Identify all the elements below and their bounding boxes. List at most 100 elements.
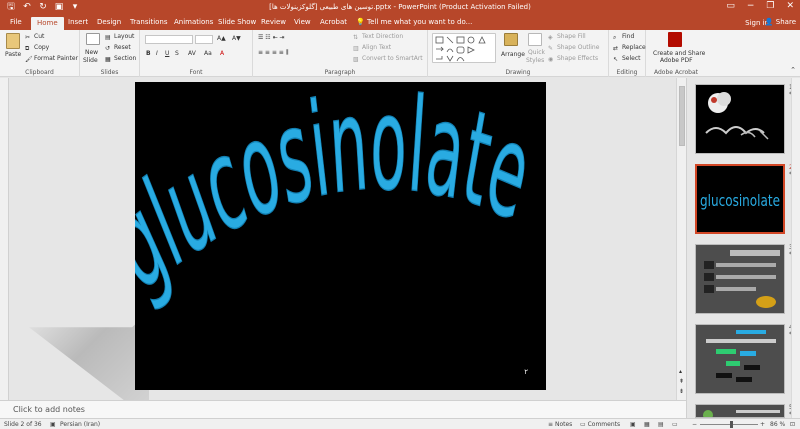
cut-button[interactable]: ✂ Cut (25, 33, 44, 41)
comments-label: Comments (587, 421, 621, 428)
font-color-icon[interactable]: A (220, 50, 224, 57)
copy-button[interactable]: ⧉ Copy (25, 44, 49, 52)
minimize-icon[interactable]: − (747, 1, 755, 11)
shapes-gallery[interactable] (432, 33, 496, 63)
tab-home[interactable]: Home (31, 17, 64, 30)
tab-file[interactable]: File (10, 18, 22, 26)
tell-me-search[interactable]: Tell me what you want to do... (367, 18, 472, 26)
find-button[interactable]: ⌕ Find (613, 33, 634, 41)
slide-thumbnail-1[interactable] (695, 84, 785, 154)
thumbnails-scrollbar[interactable] (791, 78, 800, 418)
grow-font-icon[interactable]: A▲ (217, 35, 226, 42)
underline-button[interactable]: U (165, 50, 169, 57)
align-text-label: Align Text (362, 44, 392, 51)
ribbon-tabs: File Home Insert Design Transitions Anim… (0, 16, 800, 30)
spell-check-icon[interactable]: ▣ (50, 421, 56, 428)
collapse-ribbon-icon[interactable]: ⌃ (790, 66, 796, 74)
section-button[interactable]: ▦ Section (105, 55, 136, 63)
status-bar: Slide 2 of 36 ▣ Persian (Iran) ≡ Notes ▭… (0, 418, 800, 429)
acrobat-group-label: Adobe Acrobat (653, 69, 699, 76)
align-text-button[interactable]: ▥ Align Text (353, 44, 391, 52)
select-button[interactable]: ↖ Select (613, 55, 641, 63)
replace-icon: ⇄ (613, 45, 619, 52)
align-icons[interactable]: ≡ ≡ ≡ ≡ ⫼ (258, 49, 289, 57)
convert-smartart-button[interactable]: ▧ Convert to SmartArt (353, 55, 423, 63)
strikethrough-button[interactable]: S (175, 50, 179, 57)
slideshow-view-icon[interactable]: ▭ (672, 421, 678, 428)
slide-title-wordart[interactable]: glucosinolate (135, 82, 544, 321)
next-slide-icon[interactable]: ⇟ (679, 388, 684, 395)
tab-view[interactable]: View (294, 18, 311, 26)
shape-outline-label: Shape Outline (557, 44, 600, 51)
share-button[interactable]: 👤 Share (765, 18, 796, 26)
font-size-input[interactable] (195, 35, 213, 44)
format-painter-button[interactable]: 🖌Format Painter (25, 55, 78, 63)
text-direction-button[interactable]: ⇅ Text Direction (353, 33, 403, 41)
prev-slide-icon[interactable]: ⇞ (679, 378, 684, 385)
reading-view-icon[interactable]: ▤ (658, 421, 664, 428)
tab-review[interactable]: Review (261, 18, 286, 26)
replace-button[interactable]: ⇄ Replace (613, 44, 646, 52)
arrange-button[interactable]: Arrange (501, 51, 525, 58)
layout-label: Layout (114, 33, 135, 40)
acrobat-group: Create and Share Adobe PDF Adobe Acrobat (646, 30, 706, 77)
new-slide-label2: Slide (83, 57, 98, 64)
tab-animations[interactable]: Animations (174, 18, 213, 26)
restore-icon[interactable]: ❐ (766, 1, 774, 11)
language-indicator[interactable]: Persian (Iran) (60, 421, 100, 428)
shrink-font-icon[interactable]: A▼ (232, 35, 241, 42)
tab-design[interactable]: Design (97, 18, 121, 26)
slide-vertical-scrollbar[interactable]: ▴ ⇞ ⇟ (676, 78, 686, 400)
zoom-out-icon[interactable]: − (692, 421, 697, 428)
zoom-in-icon[interactable]: + (760, 421, 765, 428)
shape-outline-button[interactable]: ✎ Shape Outline (548, 44, 599, 52)
slide-sorter-icon[interactable]: ▦ (644, 421, 650, 428)
arrange-icon[interactable] (504, 33, 518, 46)
notes-toggle[interactable]: ≡ Notes (548, 421, 572, 428)
slide-thumbnail-3[interactable] (695, 244, 785, 314)
notes-pane[interactable]: Click to add notes (0, 400, 686, 418)
tab-slideshow[interactable]: Slide Show (218, 18, 256, 26)
slide-thumbnail-2[interactable]: glucosinolate (695, 164, 785, 234)
close-icon[interactable]: ✕ (786, 1, 794, 11)
bold-button[interactable]: B (146, 50, 151, 57)
layout-button[interactable]: ▤ Layout (105, 33, 134, 41)
new-slide-icon[interactable] (86, 33, 100, 45)
quick-styles-button[interactable]: Quick (528, 49, 545, 56)
slide-thumbnail-5[interactable] (695, 404, 785, 418)
create-share-pdf-button[interactable]: Create and Share (653, 50, 705, 57)
shape-fill-button[interactable]: ◈ Shape Fill (548, 33, 586, 41)
paste-icon[interactable] (6, 33, 20, 49)
quick-styles-icon[interactable] (528, 33, 542, 46)
paste-button[interactable]: Paste (5, 51, 21, 58)
font-name-input[interactable] (145, 35, 193, 44)
fit-slide-icon[interactable]: ⊡ (790, 421, 795, 428)
scrollbar-thumb[interactable] (679, 86, 685, 146)
shapes-gallery-icons (435, 36, 486, 62)
reset-button[interactable]: ↺ Reset (105, 44, 131, 52)
bullets-icon[interactable]: ☰ ☷ ⇤ ⇥ (258, 34, 285, 41)
zoom-slider-knob[interactable] (730, 421, 733, 428)
scroll-up-icon[interactable]: ▴ (679, 368, 682, 375)
italic-button[interactable]: I (156, 50, 158, 57)
tab-acrobat[interactable]: Acrobat (320, 18, 347, 26)
font-group: A▲ A▼ B I U S AV Aa A Font (140, 30, 253, 77)
adobe-pdf-icon[interactable] (668, 32, 682, 47)
current-slide[interactable]: glucosinolate ۲ (135, 82, 546, 390)
tab-insert[interactable]: Insert (68, 18, 88, 26)
zoom-slider-track[interactable] (700, 424, 758, 425)
zoom-level[interactable]: 86 % (770, 421, 785, 428)
slide-title-text: glucosinolate (135, 82, 544, 321)
change-case-icon[interactable]: Aa (204, 50, 212, 57)
notes-placeholder[interactable]: Click to add notes (13, 405, 85, 414)
char-spacing-icon[interactable]: AV (188, 50, 196, 57)
comments-toggle[interactable]: ▭ Comments (580, 421, 620, 428)
outline-pane-handle[interactable] (0, 78, 9, 400)
new-slide-button[interactable]: New (85, 49, 98, 56)
normal-view-icon[interactable]: ▣ (630, 421, 636, 428)
slide-thumbnail-4[interactable] (695, 324, 785, 394)
shape-effects-button[interactable]: ◉ Shape Effects (548, 55, 598, 63)
reset-label: Reset (114, 44, 131, 51)
tab-transitions[interactable]: Transitions (130, 18, 168, 26)
ribbon-display-icon[interactable]: ▭ (726, 1, 735, 11)
